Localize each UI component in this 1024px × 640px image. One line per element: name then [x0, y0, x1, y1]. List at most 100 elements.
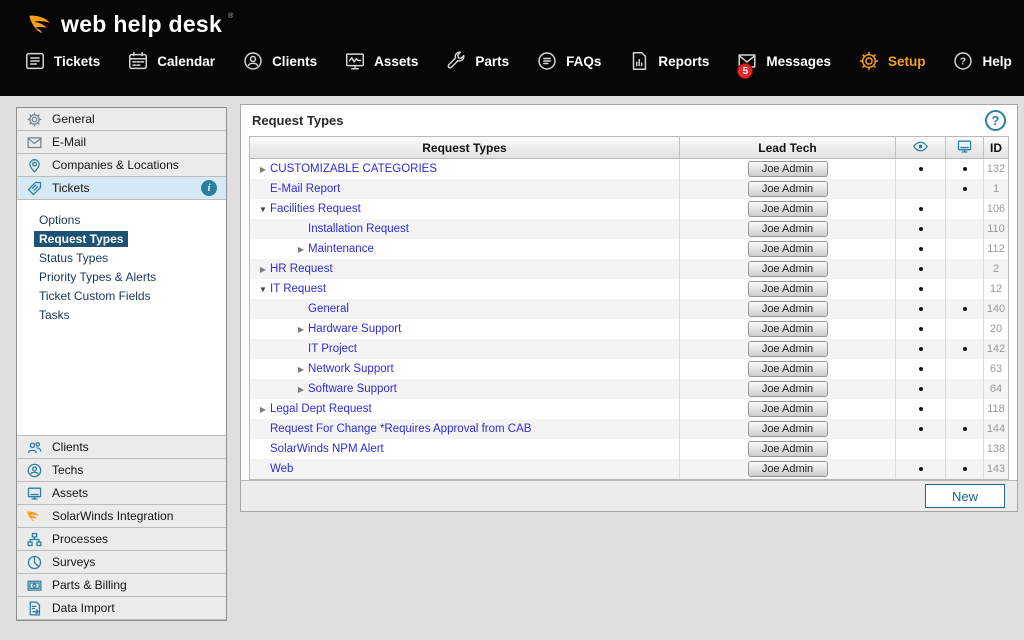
submenu-item-status-types[interactable]: Status Types [17, 249, 226, 268]
expand-arrow-icon[interactable]: ▶ [294, 245, 308, 254]
person-circle-icon [26, 462, 43, 479]
sidebar-item-data-import[interactable]: Data Import [17, 597, 226, 620]
solarwinds-flame-icon [26, 508, 43, 525]
request-type-link[interactable]: Software Support [308, 383, 397, 395]
nav-item-parts[interactable]: Parts [445, 50, 509, 72]
request-type-link[interactable]: Network Support [308, 363, 394, 375]
tickets-submenu: Options Request Types Status Types Priority… [17, 200, 226, 436]
nav-item-tickets[interactable]: Tickets [24, 50, 100, 72]
expand-arrow-icon[interactable]: ▶ [256, 405, 270, 414]
request-type-row: Installation Request Joe Admin 110 [250, 219, 1008, 239]
request-type-row: ▶ CUSTOMIZABLE CATEGORIES Joe Admin 132 [250, 159, 1008, 179]
request-type-link[interactable]: Maintenance [308, 243, 374, 255]
request-type-link[interactable]: SolarWinds NPM Alert [270, 443, 384, 455]
request-type-link[interactable]: Hardware Support [308, 323, 401, 335]
id-cell: 106 [984, 199, 1008, 219]
client-portal-cell [946, 419, 984, 439]
lead-tech-button[interactable]: Joe Admin [747, 161, 828, 177]
submenu-item-options[interactable]: Options [17, 211, 226, 230]
help-icon[interactable]: ? [985, 110, 1006, 131]
lead-tech-button[interactable]: Joe Admin [747, 361, 828, 377]
request-type-link[interactable]: Facilities Request [270, 203, 361, 215]
lead-tech-button[interactable]: Joe Admin [747, 421, 828, 437]
lead-tech-button[interactable]: Joe Admin [747, 461, 828, 477]
sidebar-item-general[interactable]: General [17, 108, 226, 131]
lead-tech-button[interactable]: Joe Admin [747, 181, 828, 197]
sidebar-item-parts-billing[interactable]: Parts & Billing [17, 574, 226, 597]
sidebar-item-tickets[interactable]: Tickets i [17, 177, 226, 200]
sidebar-item-e-mail[interactable]: E-Mail [17, 131, 226, 154]
request-type-link[interactable]: Legal Dept Request [270, 403, 372, 415]
lead-tech-button[interactable]: Joe Admin [747, 341, 828, 357]
sidebar-item-clients[interactable]: Clients [17, 436, 226, 459]
request-type-link[interactable]: CUSTOMIZABLE CATEGORIES [270, 163, 437, 175]
visible-to-clients-cell [896, 399, 946, 419]
submenu-item-priority-types-alerts[interactable]: Priority Types & Alerts [17, 268, 226, 287]
request-type-link[interactable]: Installation Request [308, 223, 409, 235]
nav-item-label: Tickets [54, 53, 101, 69]
sidebar-item-surveys[interactable]: Surveys [17, 551, 226, 574]
request-type-row: ▶ HR Request Joe Admin 2 [250, 259, 1008, 279]
lead-tech-button[interactable]: Joe Admin [747, 321, 828, 337]
collapse-arrow-icon[interactable]: ▼ [256, 205, 270, 214]
nav-item-setup[interactable]: Setup [858, 50, 925, 72]
lead-tech-button[interactable]: Joe Admin [747, 281, 828, 297]
nav-item-assets[interactable]: Assets [344, 50, 418, 72]
lead-tech-button[interactable]: Joe Admin [747, 221, 828, 237]
id-value: 132 [986, 163, 1006, 175]
lead-tech-button[interactable]: Joe Admin [747, 401, 828, 417]
sidebar-item-techs[interactable]: Techs [17, 459, 226, 482]
nav-item-label: Messages [766, 53, 831, 69]
request-type-link[interactable]: Request For Change *Requires Approval fr… [270, 423, 531, 435]
nav-item-messages[interactable]: 5 Messages [736, 50, 831, 79]
request-type-link[interactable]: HR Request [270, 263, 333, 275]
nav-item-calendar[interactable]: Calendar [127, 50, 215, 72]
lead-tech-button[interactable]: Joe Admin [747, 201, 828, 217]
sidebar-item-assets[interactable]: Assets [17, 482, 226, 505]
visible-to-clients-cell [896, 259, 946, 279]
request-type-link[interactable]: Web [270, 463, 293, 475]
ticket-tag-icon [26, 180, 43, 197]
request-type-name-cell: ▶ CUSTOMIZABLE CATEGORIES [250, 159, 680, 179]
client-portal-cell [946, 259, 984, 279]
sidebar-item-processes[interactable]: Processes [17, 528, 226, 551]
info-icon[interactable]: i [201, 180, 217, 196]
request-type-link[interactable]: E-Mail Report [270, 183, 340, 195]
lead-tech-button[interactable]: Joe Admin [747, 241, 828, 257]
nav-item-clients[interactable]: Clients [242, 50, 317, 72]
expand-arrow-icon[interactable]: ▶ [256, 165, 270, 174]
pie-chart-icon [26, 554, 43, 571]
lead-tech-cell: Joe Admin [680, 419, 896, 439]
expand-arrow-icon[interactable]: ▶ [294, 325, 308, 334]
submenu-item-ticket-custom-fields[interactable]: Ticket Custom Fields [17, 287, 226, 306]
request-type-link[interactable]: General [308, 303, 349, 315]
request-type-link[interactable]: IT Project [308, 343, 357, 355]
logo-text: web help desk [61, 11, 223, 37]
id-cell: 2 [984, 259, 1008, 279]
nav-item-faqs[interactable]: FAQs [536, 50, 601, 72]
submenu-item-request-types[interactable]: Request Types [17, 230, 226, 249]
lead-tech-button[interactable]: Joe Admin [747, 301, 828, 317]
lead-tech-button[interactable]: Joe Admin [747, 381, 828, 397]
visible-to-clients-cell [896, 199, 946, 219]
tickets-list-icon [24, 50, 46, 72]
column-header-id: ID [984, 137, 1008, 158]
visible-dot [918, 227, 923, 231]
lead-tech-button[interactable]: Joe Admin [747, 441, 828, 457]
submenu-item-tasks[interactable]: Tasks [17, 306, 226, 325]
expand-arrow-icon[interactable]: ▶ [294, 365, 308, 374]
id-cell: 138 [984, 439, 1008, 459]
submenu-item-label: Options [39, 213, 81, 227]
nav-item-reports[interactable]: Reports [628, 50, 709, 72]
new-request-type-button[interactable]: New [925, 484, 1005, 508]
expand-arrow-icon[interactable]: ▶ [294, 385, 308, 394]
client-portal-cell [946, 339, 984, 359]
request-type-link[interactable]: IT Request [270, 283, 326, 295]
expand-arrow-icon[interactable]: ▶ [256, 265, 270, 274]
lead-tech-button[interactable]: Joe Admin [747, 261, 828, 277]
sidebar-item-companies-locations[interactable]: Companies & Locations [17, 154, 226, 177]
collapse-arrow-icon[interactable]: ▼ [256, 285, 270, 294]
sidebar-item-solarwinds-integration[interactable]: SolarWinds Integration [17, 505, 226, 528]
nav-item-help[interactable]: ? Help [952, 50, 1012, 72]
gear-icon [26, 111, 43, 128]
